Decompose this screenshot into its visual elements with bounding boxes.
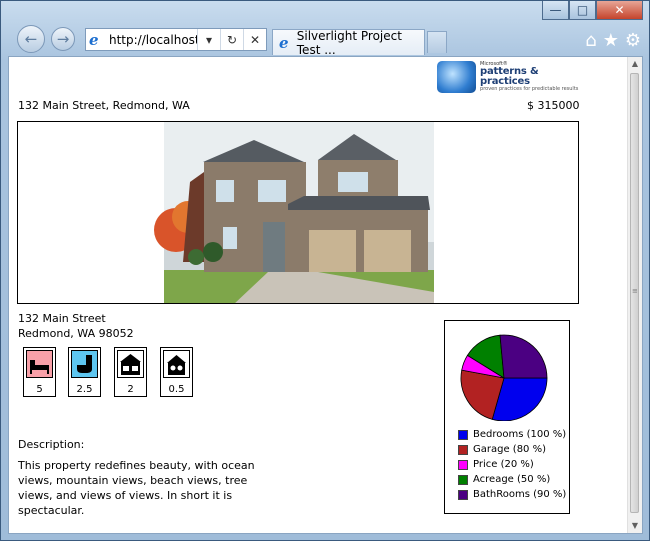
minimize-button[interactable]: — bbox=[542, 1, 569, 20]
settings-gear-icon[interactable]: ⚙ bbox=[625, 30, 641, 51]
legend-swatch bbox=[458, 429, 468, 440]
ie-tab-icon: e bbox=[279, 33, 289, 52]
refresh-icon: ↻ bbox=[226, 32, 238, 47]
chevron-down-icon: ▾ bbox=[205, 32, 213, 47]
price: $ 315000 bbox=[527, 99, 580, 112]
browser-window: — □ ✕ ← → e http://localhost:1 ▾ ↻ ✕ e S… bbox=[0, 0, 650, 541]
browser-tools: ⌂ ★ ⚙ bbox=[585, 30, 641, 51]
browser-tab[interactable]: e Silverlight Project Test ... bbox=[272, 28, 425, 57]
logo-title: patterns & practices bbox=[480, 66, 539, 87]
acreage-value: 0.5 bbox=[168, 384, 185, 395]
legend-label: Bedrooms (100 %) bbox=[473, 429, 567, 440]
vertical-scrollbar[interactable]: ▲ ≡ ▼ bbox=[627, 57, 642, 533]
legend-label: Acreage (50 %) bbox=[473, 474, 551, 485]
feature-pie-chart: Bedrooms (100 %) Garage (80 %) Price (20 %… bbox=[444, 320, 570, 514]
back-arrow-icon: ← bbox=[24, 30, 38, 48]
address-dropdown-button[interactable]: ▾ bbox=[197, 29, 220, 50]
stop-icon: ✕ bbox=[249, 32, 261, 47]
bathroom-icon bbox=[71, 350, 98, 378]
legend-swatch bbox=[458, 474, 468, 485]
maximize-button[interactable]: □ bbox=[569, 1, 596, 20]
favorites-icon[interactable]: ★ bbox=[603, 30, 619, 51]
header-address: 132 Main Street, Redmond, WA bbox=[18, 99, 190, 112]
legend-swatch bbox=[458, 489, 468, 500]
ie-page-icon: e bbox=[89, 30, 99, 49]
legend-item: Price (20 %) bbox=[458, 457, 566, 472]
acreage-icon bbox=[163, 350, 190, 378]
scroll-down-icon[interactable]: ▼ bbox=[628, 519, 642, 533]
close-window-button[interactable]: ✕ bbox=[596, 1, 643, 20]
logo-tagline: proven practices for predictable results bbox=[480, 86, 579, 92]
pie-chart-svg bbox=[460, 334, 548, 422]
scroll-thumb[interactable]: ≡ bbox=[630, 73, 639, 513]
address-input[interactable]: http://localhost:1 bbox=[109, 33, 197, 47]
tab-title: Silverlight Project Test ... bbox=[296, 28, 402, 57]
pie-slice-4 bbox=[499, 334, 548, 379]
legend-swatch bbox=[458, 459, 468, 470]
chart-legend: Bedrooms (100 %) Garage (80 %) Price (20 %… bbox=[458, 427, 566, 502]
garage-value: 2 bbox=[127, 384, 134, 395]
pp-logo-icon bbox=[437, 61, 477, 93]
house-photo bbox=[154, 122, 434, 303]
back-button[interactable]: ← bbox=[17, 25, 45, 53]
page-content: Microsoft® patterns & practices proven p… bbox=[8, 56, 643, 534]
bedroom-icon bbox=[26, 350, 53, 378]
address-bar[interactable]: e http://localhost:1 ▾ ↻ ✕ bbox=[85, 28, 267, 51]
patterns-practices-logo: Microsoft® patterns & practices proven p… bbox=[437, 60, 579, 94]
home-icon[interactable]: ⌂ bbox=[585, 30, 596, 51]
bedrooms-value: 5 bbox=[36, 384, 43, 395]
refresh-button[interactable]: ↻ bbox=[220, 29, 243, 50]
description-text: This property redefines beauty, with oce… bbox=[18, 459, 255, 517]
address-line2: Redmond, WA 98052 bbox=[18, 327, 134, 340]
feature-bathrooms: 2.5 bbox=[68, 347, 101, 397]
forward-button[interactable]: → bbox=[51, 27, 75, 51]
legend-item: BathRooms (90 %) bbox=[458, 487, 566, 502]
feature-bedrooms: 5 bbox=[23, 347, 56, 397]
address-line1: 132 Main Street bbox=[18, 312, 106, 325]
window-caption-buttons: — □ ✕ bbox=[542, 1, 643, 20]
legend-item: Bedrooms (100 %) bbox=[458, 427, 566, 442]
legend-swatch bbox=[458, 444, 468, 455]
new-tab-button[interactable] bbox=[427, 31, 447, 53]
legend-label: Garage (80 %) bbox=[473, 444, 547, 455]
description-label: Description: bbox=[18, 438, 85, 451]
legend-label: BathRooms (90 %) bbox=[473, 489, 567, 500]
stop-button[interactable]: ✕ bbox=[243, 29, 266, 50]
forward-arrow-icon: → bbox=[56, 30, 70, 48]
feature-acreage: 0.5 bbox=[160, 347, 193, 397]
bathrooms-value: 2.5 bbox=[76, 384, 93, 395]
feature-garage: 2 bbox=[114, 347, 147, 397]
legend-label: Price (20 %) bbox=[473, 459, 534, 470]
legend-item: Acreage (50 %) bbox=[458, 472, 566, 487]
house-photo-frame bbox=[17, 121, 579, 304]
garage-icon bbox=[117, 350, 144, 378]
scroll-up-icon[interactable]: ▲ bbox=[628, 57, 642, 71]
legend-item: Garage (80 %) bbox=[458, 442, 566, 457]
